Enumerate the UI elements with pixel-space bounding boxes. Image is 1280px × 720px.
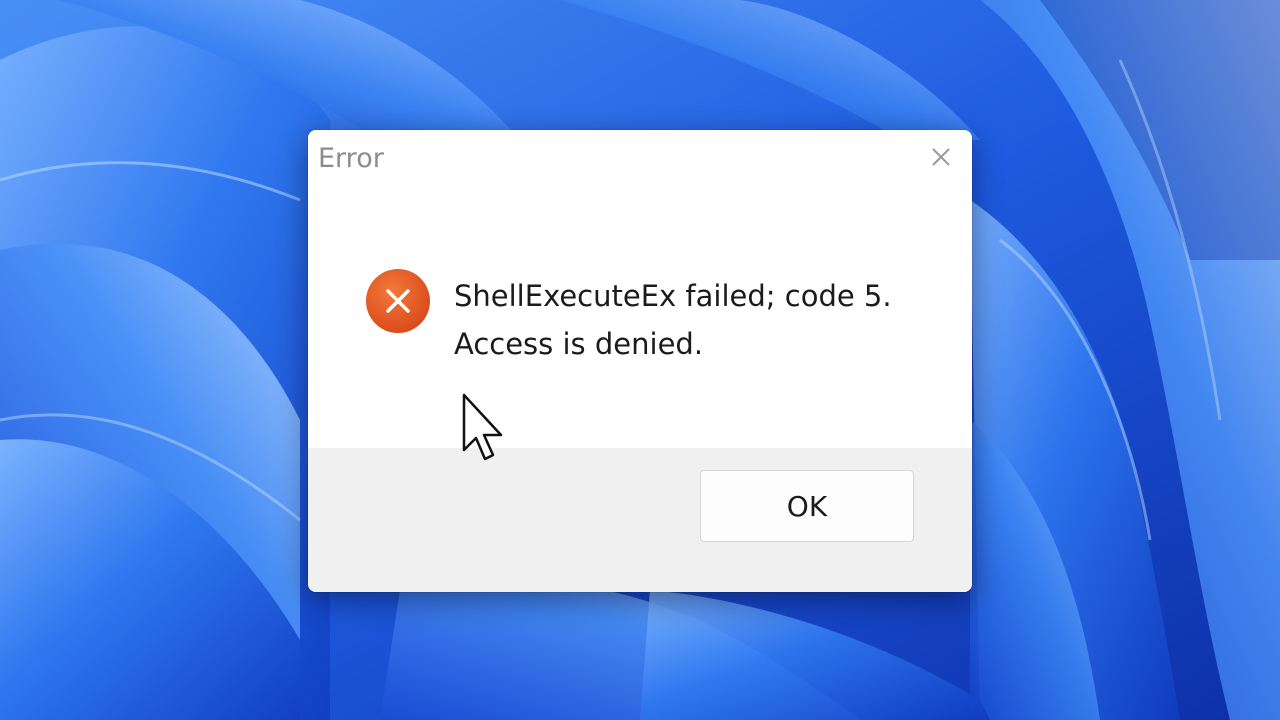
close-icon xyxy=(932,148,950,166)
close-button[interactable] xyxy=(924,140,958,174)
dialog-content: ShellExecuteEx failed; code 5. Access is… xyxy=(308,188,972,448)
desktop: Error ShellExecuteEx failed; code 5. Acc… xyxy=(0,0,1280,720)
dialog-footer: OK xyxy=(308,448,972,592)
dialog-titlebar[interactable]: Error xyxy=(308,130,972,188)
error-message-line-2: Access is denied. xyxy=(454,327,704,361)
ok-button[interactable]: OK xyxy=(700,470,914,542)
error-circle-x-icon xyxy=(366,269,430,333)
error-message-line-1: ShellExecuteEx failed; code 5. xyxy=(454,279,892,313)
error-message: ShellExecuteEx failed; code 5. Access is… xyxy=(454,272,892,368)
mouse-pointer-icon xyxy=(462,393,503,461)
dialog-title: Error xyxy=(318,143,384,174)
error-dialog: Error ShellExecuteEx failed; code 5. Acc… xyxy=(308,130,972,592)
